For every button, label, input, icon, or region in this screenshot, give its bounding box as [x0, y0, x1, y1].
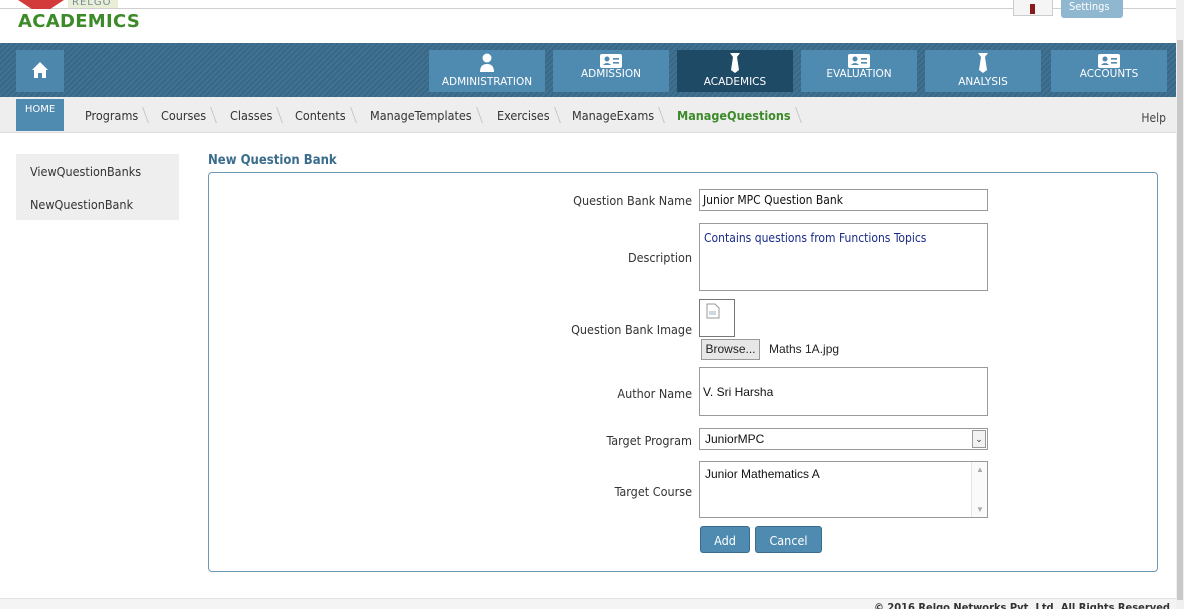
- target-program-select[interactable]: JuniorMPC ⌄: [699, 428, 988, 450]
- sub-nav-manage-templates[interactable]: ManageTemplates: [370, 97, 472, 133]
- scroll-down-icon[interactable]: ▼: [976, 505, 984, 514]
- sub-nav-classes[interactable]: Classes: [230, 97, 272, 133]
- nav-label: EVALUATION: [826, 68, 892, 80]
- add-button[interactable]: Add: [700, 526, 750, 553]
- side-menu: ViewQuestionBanks NewQuestionBank: [16, 154, 179, 220]
- nav-label: ACCOUNTS: [1079, 68, 1139, 80]
- description-textarea[interactable]: Contains questions from Functions Topics: [699, 223, 988, 291]
- avatar-icon: [1030, 4, 1035, 14]
- main-nav: ADMINISTRATION ADMISSION ACADEMICS EVALU…: [0, 43, 1176, 97]
- id-card-icon: [600, 54, 622, 68]
- question-bank-name-input[interactable]: Junior MPC Question Bank: [699, 189, 988, 211]
- target-course-list[interactable]: Junior Mathematics A ▲ ▼: [699, 461, 988, 518]
- tie-icon: [978, 53, 988, 73]
- nav-label: ACADEMICS: [703, 76, 767, 88]
- nav-academics[interactable]: ACADEMICS: [677, 50, 793, 92]
- side-item-view-question-banks[interactable]: ViewQuestionBanks: [30, 164, 141, 179]
- tie-icon: [730, 53, 740, 73]
- id-card-icon: [848, 54, 870, 68]
- question-bank-name-label: Question Bank Name: [573, 193, 692, 208]
- author-name-label: Author Name: [617, 386, 692, 401]
- course-list-scrollbar[interactable]: ▲ ▼: [971, 462, 987, 517]
- footer-copyright: © 2016 Relgo Networks Pvt. Ltd. All Righ…: [874, 601, 1170, 609]
- nav-evaluation[interactable]: EVALUATION: [801, 50, 917, 92]
- question-bank-image-label: Question Bank Image: [571, 322, 692, 337]
- side-item-new-question-bank[interactable]: NewQuestionBank: [30, 197, 133, 212]
- header-divider: [0, 8, 1176, 9]
- cancel-button[interactable]: Cancel: [755, 526, 822, 553]
- sub-nav-manage-questions[interactable]: ManageQuestions: [677, 97, 791, 133]
- nav-analysis[interactable]: ANALYSIS: [925, 50, 1041, 92]
- sub-nav-manage-exams[interactable]: ManageExams: [572, 97, 654, 133]
- author-name-input[interactable]: V. Sri Harsha: [699, 367, 988, 416]
- form-title: New Question Bank: [208, 153, 337, 168]
- app-logo[interactable]: RELGO ACADEMICS: [18, 0, 141, 42]
- target-course-label: Target Course: [614, 484, 692, 499]
- sub-nav-programs[interactable]: Programs: [85, 97, 138, 133]
- nav-admission[interactable]: ADMISSION: [553, 50, 669, 92]
- sub-nav-contents[interactable]: Contents: [295, 97, 346, 133]
- home-icon: [32, 62, 48, 78]
- home-button[interactable]: [16, 50, 64, 92]
- target-course-option[interactable]: Junior Mathematics A: [705, 467, 820, 481]
- logo-small-text: RELGO: [72, 0, 112, 8]
- page-footer: © 2016 Relgo Networks Pvt. Ltd. All Righ…: [0, 598, 1176, 609]
- sub-nav-exercises[interactable]: Exercises: [497, 97, 550, 133]
- browse-button[interactable]: Browse...: [701, 339, 760, 360]
- form-panel: [208, 172, 1158, 572]
- sub-nav-courses[interactable]: Courses: [161, 97, 206, 133]
- scrollbar-thumb[interactable]: [1177, 40, 1183, 600]
- logo-main-text: ACADEMICS: [18, 11, 141, 32]
- description-label: Description: [627, 250, 692, 265]
- help-link[interactable]: Help: [1141, 97, 1166, 133]
- nav-accounts[interactable]: ACCOUNTS: [1051, 50, 1167, 92]
- chevron-down-icon[interactable]: ⌄: [972, 430, 986, 448]
- id-card-icon: [1098, 54, 1120, 68]
- nav-label: ADMINISTRATION: [441, 76, 533, 88]
- sub-home-button[interactable]: HOME: [16, 99, 64, 131]
- sub-nav: HOME Programs Courses Classes Contents M…: [0, 97, 1176, 133]
- image-preview: [699, 299, 735, 337]
- page-scrollbar[interactable]: [1176, 0, 1184, 609]
- target-program-label: Target Program: [606, 433, 692, 448]
- target-program-value: JuniorMPC: [705, 432, 765, 446]
- settings-label: Settings: [1069, 0, 1110, 13]
- scroll-up-icon[interactable]: ▲: [976, 465, 984, 474]
- user-avatar[interactable]: [1013, 0, 1053, 16]
- nav-label: ADMISSION: [581, 68, 641, 80]
- settings-button[interactable]: Settings: [1061, 0, 1123, 18]
- selected-file-name: Maths 1A.jpg: [769, 342, 840, 356]
- user-icon: [480, 53, 494, 72]
- nav-administration[interactable]: ADMINISTRATION: [429, 50, 545, 92]
- logo-mark-icon: [18, 0, 64, 9]
- nav-label: ANALYSIS: [958, 76, 1008, 88]
- broken-image-icon: [706, 303, 720, 319]
